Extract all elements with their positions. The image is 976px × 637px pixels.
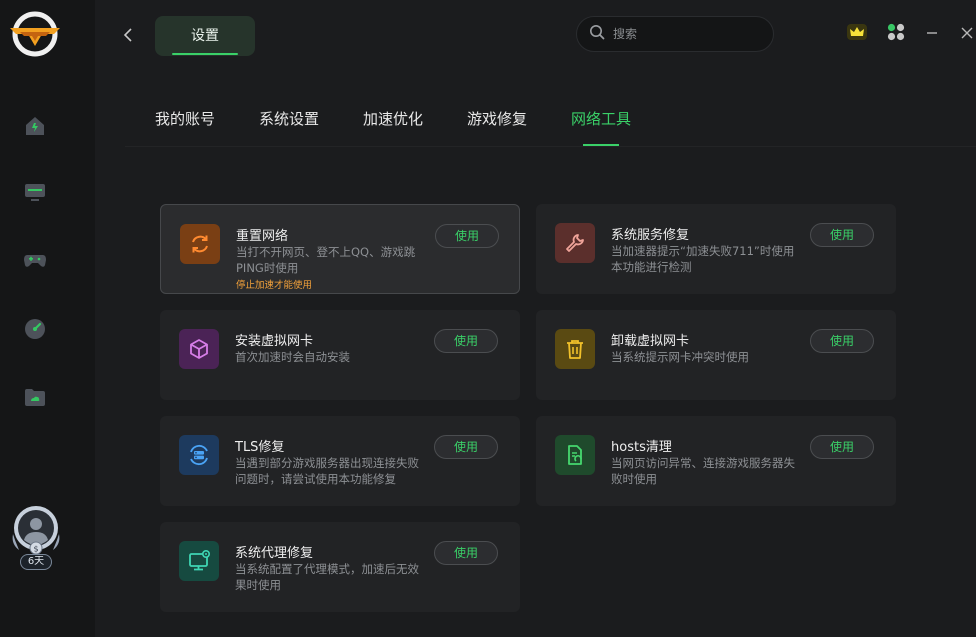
close-button[interactable] bbox=[957, 24, 976, 44]
monitor-icon bbox=[23, 180, 47, 208]
card-title: 系统服务修复 bbox=[611, 228, 690, 243]
card-description: 当网页访问异常、连接游戏服务器失败时使用 bbox=[611, 456, 795, 486]
title-underline bbox=[172, 53, 238, 55]
vip-crown-button[interactable] bbox=[846, 24, 868, 44]
crown-icon bbox=[846, 23, 868, 45]
card-title: 安装虚拟网卡 bbox=[235, 334, 314, 349]
membership-days-badge: 6天 bbox=[20, 554, 52, 570]
tab-game-repair[interactable]: 游戏修复 bbox=[467, 108, 527, 146]
speedometer-icon bbox=[23, 317, 47, 345]
refresh-icon bbox=[180, 224, 220, 264]
wrench-icon bbox=[555, 223, 595, 263]
nav-speed-button[interactable] bbox=[22, 318, 48, 344]
svg-text:$: $ bbox=[33, 545, 38, 554]
card-warning: 停止加速才能使用 bbox=[236, 280, 313, 291]
apps-button[interactable] bbox=[886, 23, 906, 45]
card-description: 当遇到部分游戏服务器出现连接失败问题时，请尝试使用本功能修复 bbox=[235, 456, 419, 486]
card-description: 当系统配置了代理模式，加速后无效果时使用 bbox=[235, 562, 419, 592]
nav-games-button[interactable] bbox=[22, 249, 48, 275]
tab-network-tools[interactable]: 网络工具 bbox=[571, 108, 631, 146]
page-title-tab[interactable]: 设置 bbox=[155, 16, 255, 56]
card-title: hosts清理 bbox=[611, 440, 672, 455]
use-button[interactable]: 使用 bbox=[435, 224, 499, 248]
server-repair-icon bbox=[179, 435, 219, 475]
tab-label: 系统设置 bbox=[259, 110, 320, 128]
file-clean-icon bbox=[555, 435, 595, 475]
card-title: TLS修复 bbox=[235, 440, 285, 455]
search-input[interactable] bbox=[613, 27, 753, 41]
app-logo bbox=[8, 10, 64, 60]
use-button[interactable]: 使用 bbox=[434, 541, 498, 565]
tool-card-install-nic[interactable]: 安装虚拟网卡 首次加速时会自动安装 使用 bbox=[160, 310, 520, 400]
home-icon bbox=[23, 114, 47, 142]
tool-card-service-repair[interactable]: 系统服务修复 当加速器提示“加速失败711”时使用本功能进行检测 使用 bbox=[536, 204, 896, 294]
cube-icon bbox=[179, 329, 219, 369]
card-description: 当加速器提示“加速失败711”时使用本功能进行检测 bbox=[611, 244, 795, 274]
card-description: 当打不开网页、登不上QQ、游戏跳PING时使用 bbox=[236, 245, 416, 275]
tab-label: 游戏修复 bbox=[467, 110, 528, 128]
tool-card-proxy-repair[interactable]: 系统代理修复 当系统配置了代理模式，加速后无效果时使用 使用 bbox=[160, 522, 520, 612]
card-description: 首次加速时会自动安装 bbox=[235, 350, 350, 364]
card-title: 重置网络 bbox=[236, 229, 289, 244]
monitor-settings-icon bbox=[179, 541, 219, 581]
card-title: 系统代理修复 bbox=[235, 546, 314, 561]
tool-card-tls-repair[interactable]: TLS修复 当遇到部分游戏服务器出现连接失败问题时，请尝试使用本功能修复 使用 bbox=[160, 416, 520, 506]
tab-my-account[interactable]: 我的账号 bbox=[155, 108, 215, 146]
card-title: 卸载虚拟网卡 bbox=[611, 334, 690, 349]
use-button[interactable]: 使用 bbox=[810, 223, 874, 247]
minimize-icon bbox=[925, 25, 939, 44]
use-button[interactable]: 使用 bbox=[434, 435, 498, 459]
tool-card-reset-network[interactable]: 重置网络 当打不开网页、登不上QQ、游戏跳PING时使用 停止加速才能使用 使用 bbox=[160, 204, 520, 294]
tab-label: 网络工具 bbox=[571, 110, 632, 128]
trash-icon bbox=[555, 329, 595, 369]
tool-card-hosts-cleanup[interactable]: hosts清理 当网页访问异常、连接游戏服务器失败时使用 使用 bbox=[536, 416, 896, 506]
nav-home-button[interactable] bbox=[22, 115, 48, 141]
user-avatar[interactable]: $ 6天 bbox=[9, 504, 63, 572]
app-window: $ 6天 设置 搜索 我的账号 系统设置 加速优化 游戏修复 网络工具 重置网络… bbox=[0, 0, 976, 637]
tabs-divider bbox=[125, 146, 976, 147]
nav-files-button[interactable] bbox=[22, 386, 48, 412]
tool-card-uninstall-nic[interactable]: 卸载虚拟网卡 当系统提示网卡冲突时使用 使用 bbox=[536, 310, 896, 400]
tab-acceleration[interactable]: 加速优化 bbox=[363, 108, 423, 146]
card-description: 当系统提示网卡冲突时使用 bbox=[611, 350, 749, 364]
page-title: 设置 bbox=[191, 28, 219, 44]
chevron-left-icon bbox=[122, 27, 134, 47]
folder-icon bbox=[23, 385, 47, 413]
use-button[interactable]: 使用 bbox=[810, 435, 874, 459]
tab-label: 我的账号 bbox=[155, 110, 216, 128]
search-box[interactable] bbox=[576, 16, 774, 52]
use-button[interactable]: 使用 bbox=[810, 329, 874, 353]
gamepad-icon bbox=[23, 248, 47, 276]
nav-monitor-button[interactable] bbox=[22, 181, 48, 207]
apps-grid-icon bbox=[887, 23, 905, 45]
minimize-button[interactable] bbox=[922, 24, 942, 44]
tab-system-settings[interactable]: 系统设置 bbox=[259, 108, 319, 146]
close-icon bbox=[960, 25, 974, 44]
back-button[interactable] bbox=[118, 26, 138, 48]
tab-label: 加速优化 bbox=[363, 110, 424, 128]
sidebar: $ 6天 bbox=[0, 0, 95, 637]
search-icon bbox=[589, 24, 605, 44]
use-button[interactable]: 使用 bbox=[434, 329, 498, 353]
